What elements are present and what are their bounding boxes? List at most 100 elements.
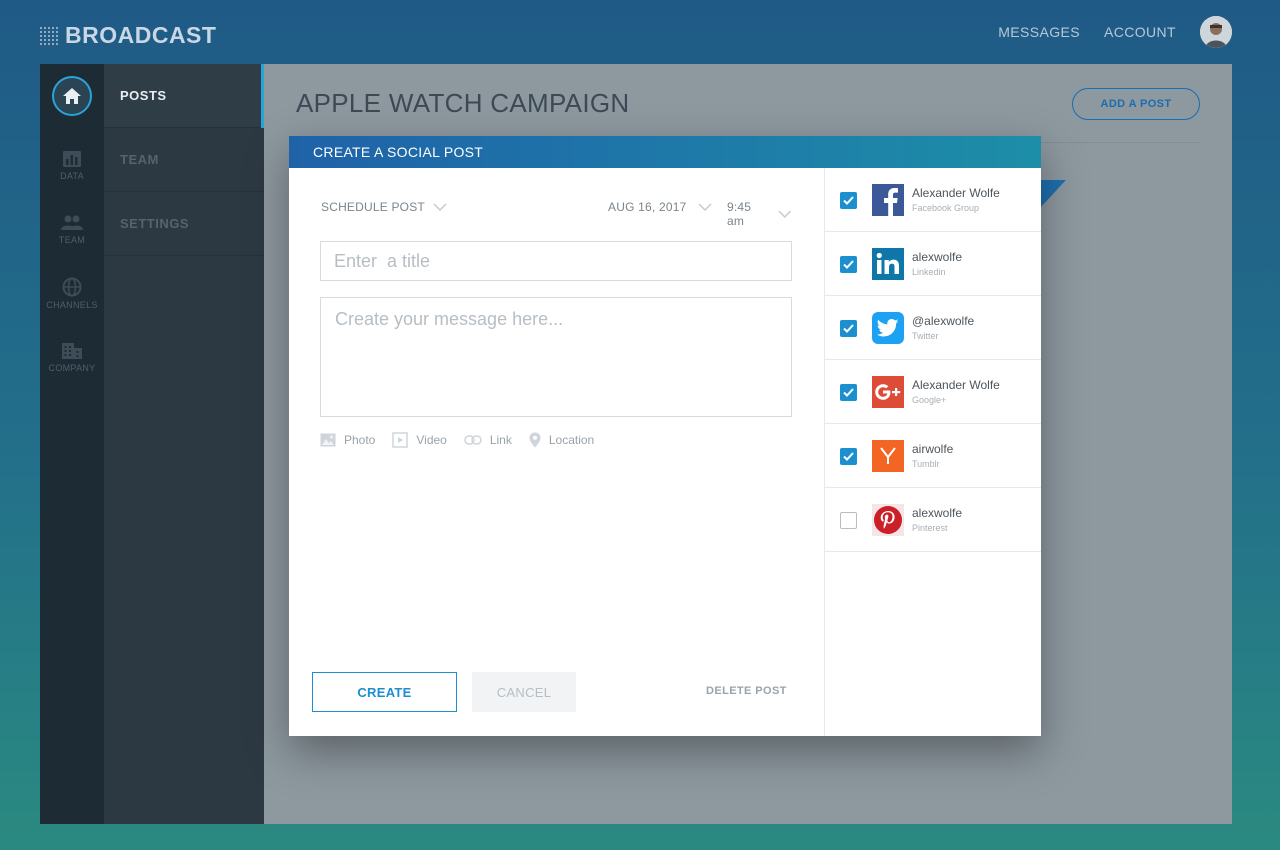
attachment-row: Photo Video Link Location [320,432,611,448]
rail-company[interactable]: COMPANY [40,342,104,373]
video-icon [392,432,409,448]
account-link[interactable]: ACCOUNT [1104,24,1176,40]
attach-link[interactable]: Link [464,433,512,447]
account-type: Twitter [912,331,939,341]
attach-location[interactable]: Location [529,432,594,448]
cancel-button[interactable]: CANCEL [472,672,576,712]
rail-channels[interactable]: CHANNELS [40,277,104,310]
page-title: APPLE WATCH CAMPAIGN [296,88,630,118]
sub-nav-posts[interactable]: POSTS [104,64,264,128]
account-row-pinterest[interactable]: alexwolfe Pinterest [825,488,1041,552]
photo-icon [320,433,336,447]
account-list: Alexander Wolfe Facebook Group alexwolfe… [824,168,1041,736]
twitter-glyph [877,319,899,337]
rail-data[interactable]: DATA [40,150,104,181]
schedule-post-dropdown[interactable]: SCHEDULE POST [321,200,447,214]
sub-nav-team[interactable]: TEAM [104,128,264,192]
account-row-twitter[interactable]: @alexwolfe Twitter [825,296,1041,360]
y-glyph [880,447,896,464]
delete-post-button[interactable]: DELETE POST [706,685,787,697]
chevron-down-icon [698,203,712,211]
account-type: Pinterest [912,523,948,533]
rail-label-company: COMPANY [48,363,96,373]
account-checkbox[interactable] [840,320,857,337]
account-name: Alexander Wolfe [912,186,1000,200]
schedule-label: SCHEDULE POST [321,200,425,214]
account-type: Google+ [912,395,947,405]
attach-photo-label: Photo [344,433,376,447]
create-post-modal: CREATE A SOCIAL POST SCHEDULE POST AUG 1… [289,136,1041,736]
brand-name: BROADCAST [65,22,217,48]
account-type: Facebook Group [912,203,980,213]
account-checkbox[interactable] [840,512,857,529]
check-icon [843,196,854,205]
account-row-linkedin[interactable]: alexwolfe Linkedin [825,232,1041,296]
location-icon [529,432,541,448]
account-name: airwolfe [912,442,954,456]
sub-nav: POSTS TEAM SETTINGS [104,64,264,824]
check-icon [843,452,854,461]
account-name: @alexwolfe [912,314,975,328]
account-row-tumblr[interactable]: airwolfe Tumblr [825,424,1041,488]
chevron-down-icon [778,210,792,218]
attach-link-label: Link [489,433,512,447]
account-name: Alexander Wolfe [912,378,1000,392]
icon-rail: DATA TEAM CHANNELS COMPANY [40,64,104,824]
messages-link[interactable]: MESSAGES [998,24,1080,40]
date-dropdown[interactable]: AUG 16, 2017 [608,200,712,214]
logo-dots-icon [39,26,59,45]
top-nav: MESSAGES ACCOUNT [998,16,1232,48]
avatar[interactable] [1200,16,1232,48]
link-icon [464,435,482,445]
account-checkbox[interactable] [840,256,857,273]
google-plus-icon [872,376,904,408]
check-icon [843,324,854,333]
schedule-row: SCHEDULE POST AUG 16, 2017 9:45 am [321,200,792,228]
account-name: alexwolfe [912,506,963,520]
rail-label-data: DATA [60,171,84,181]
account-checkbox[interactable] [840,384,857,401]
account-row-google-plus[interactable]: Alexander Wolfe Google+ [825,360,1041,424]
post-editor: SCHEDULE POST AUG 16, 2017 9:45 am Enter… [289,168,824,736]
create-button[interactable]: CREATE [312,672,457,712]
chevron-down-icon [433,203,447,211]
google-plus-glyph [875,384,901,400]
attach-photo[interactable]: Photo [320,433,375,447]
rail-home[interactable] [52,76,92,116]
y-combinator-icon [872,440,904,472]
title-input[interactable] [320,241,792,281]
facebook-icon [872,184,904,216]
check-icon [843,260,854,269]
brand-logo[interactable]: BROADCAST [38,22,216,49]
schedule-date: AUG 16, 2017 [608,200,687,214]
rail-label-channels: CHANNELS [46,300,98,310]
attach-location-label: Location [548,433,595,447]
modal-header: CREATE A SOCIAL POST [289,136,1041,168]
popover-pointer [1040,180,1066,208]
attach-video-label: Video [416,433,447,447]
avatar-image [1200,16,1232,48]
team-icon [61,215,83,230]
linkedin-glyph [876,252,899,274]
building-icon [62,343,82,359]
pinterest-glyph [874,506,902,534]
sub-nav-settings[interactable]: SETTINGS [104,192,264,256]
time-dropdown[interactable]: 9:45 am [727,200,792,228]
pinterest-icon [872,504,904,536]
bar-chart-icon [63,151,81,167]
linkedin-icon [872,248,904,280]
facebook-glyph [884,188,898,216]
globe-icon [62,277,82,297]
message-input[interactable] [320,297,792,417]
account-checkbox[interactable] [840,448,857,465]
attach-video[interactable]: Video [392,432,447,448]
check-icon [843,388,854,397]
account-name: alexwolfe [912,250,963,264]
modal-title: CREATE A SOCIAL POST [313,144,484,160]
account-checkbox[interactable] [840,192,857,209]
account-type: Linkedin [912,267,946,277]
account-row-facebook[interactable]: Alexander Wolfe Facebook Group [825,168,1041,232]
account-type: Tumblr [912,459,940,469]
add-post-button[interactable]: ADD A POST [1072,88,1200,120]
rail-team[interactable]: TEAM [40,214,104,245]
